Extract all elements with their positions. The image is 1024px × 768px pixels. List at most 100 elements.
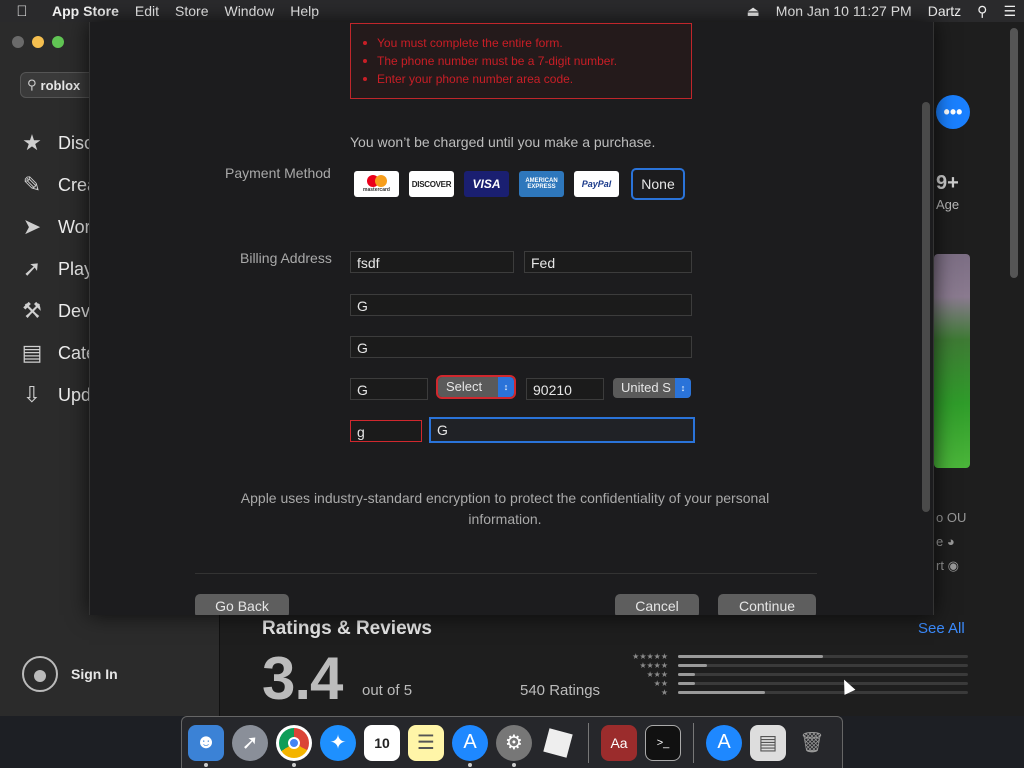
street-field[interactable]: G	[350, 294, 692, 316]
error-message: The phone number must be a 7-digit numbe…	[363, 52, 691, 70]
error-message: You must complete the entire form.	[363, 34, 691, 52]
continue-button[interactable]: Continue	[718, 594, 816, 615]
sidebar-item-develop[interactable]: ⚒ Dev	[18, 290, 97, 332]
divider	[195, 573, 817, 574]
sidebar-item-label: Wor	[58, 216, 91, 237]
mastercard-label: mastercard	[363, 187, 390, 193]
menu-help[interactable]: Help	[282, 3, 327, 19]
info-clipped: o OU e ◕ rt ◉	[936, 506, 966, 578]
menu-app-store[interactable]: App Store	[44, 3, 127, 19]
sidebar-item-play[interactable]: ➚ Play	[18, 248, 97, 290]
clipped-text-2: e ◕	[936, 534, 955, 549]
cancel-button[interactable]: Cancel	[615, 594, 699, 615]
amex-option[interactable]: AMERICAN EXPRESS	[519, 171, 564, 197]
go-back-button[interactable]: Go Back	[195, 594, 289, 615]
roblox-icon[interactable]	[540, 725, 576, 761]
dock-separator	[693, 722, 694, 763]
first-name-field[interactable]: fsdf	[350, 251, 514, 273]
hammer-icon: ⚒	[22, 298, 42, 323]
close-button[interactable]	[12, 36, 24, 48]
sidebar-item-create[interactable]: ✎ Crea	[18, 164, 97, 206]
menubar-user[interactable]: Dartz	[920, 3, 969, 19]
document-icon[interactable]: ▤	[750, 724, 786, 761]
window-controls	[12, 36, 64, 48]
sign-in-label: Sign In	[71, 666, 118, 682]
sidebar-item-categories[interactable]: ▤ Cate	[18, 332, 97, 374]
sign-in-button[interactable]: Sign In	[22, 656, 118, 692]
phone-field[interactable]: G	[429, 417, 695, 443]
mastercard-option[interactable]: mastercard	[354, 171, 399, 197]
apple-menu-icon[interactable]: 	[0, 3, 44, 20]
select-arrows-icon: ↕	[675, 378, 691, 398]
chrome-icon[interactable]	[276, 724, 312, 767]
menu-window[interactable]: Window	[216, 3, 282, 19]
paper-plane-icon: ➤	[22, 214, 42, 239]
sidebar-item-discover[interactable]: ★ Disc	[18, 122, 97, 164]
safari-icon[interactable]: ✦	[320, 724, 356, 761]
country-select[interactable]: United S ↕	[613, 378, 691, 398]
zoom-button[interactable]	[52, 36, 64, 48]
street2-field[interactable]: G	[350, 336, 692, 358]
more-options-button[interactable]: •••	[936, 95, 970, 129]
notification-center-icon[interactable]: ☰	[995, 3, 1024, 20]
zip-field[interactable]: 90210	[526, 378, 604, 400]
system-preferences-icon[interactable]: ⚙	[496, 724, 532, 767]
rating-bar-3	[678, 673, 968, 676]
select-arrows-icon: ↕	[498, 377, 514, 397]
clipped-text-3: rt ◉	[936, 558, 959, 573]
menu-store[interactable]: Store	[167, 3, 216, 19]
notes-icon[interactable]: ☰	[408, 724, 444, 761]
sidebar-item-label: Dev	[58, 300, 91, 321]
eject-icon[interactable]: ⏏	[739, 3, 768, 20]
menu-bar:  App Store Edit Store Window Help ⏏ Mon…	[0, 0, 1024, 22]
avatar-icon	[22, 656, 58, 692]
state-select[interactable]: Select ↕	[436, 375, 516, 399]
dictionary-icon[interactable]: Aa	[601, 724, 637, 761]
sidebar-nav: ★ Disc ✎ Crea ➤ Wor ➚ Play ⚒ Dev ▤ Cate ⇩ Upd	[18, 122, 97, 416]
age-label: Age	[936, 197, 960, 212]
payment-sheet: You must complete the entire form. The p…	[89, 22, 934, 615]
none-option[interactable]: None	[631, 168, 685, 200]
app-store-downloads-icon[interactable]: A	[706, 724, 742, 761]
spotlight-search-icon[interactable]: ⚲	[969, 3, 995, 20]
app-store-icon[interactable]: A	[452, 724, 488, 767]
trash-icon[interactable]: 🗑	[794, 725, 830, 761]
window-scrollbar[interactable]	[1010, 28, 1018, 278]
launchpad-icon[interactable]: ➚	[232, 724, 268, 761]
rocket-icon: ➚	[22, 256, 42, 281]
menu-edit[interactable]: Edit	[127, 3, 167, 19]
brush-icon: ✎	[22, 172, 42, 197]
sidebar-item-label: Play	[58, 258, 94, 279]
rating-score: 3.4	[262, 645, 343, 712]
country-select-value: United S	[621, 380, 671, 395]
dock-separator	[588, 722, 589, 763]
rating-out-of: out of 5	[362, 682, 413, 699]
discover-option[interactable]: DISCOVER	[409, 171, 454, 197]
clipped-text-1: o OU	[936, 510, 967, 525]
menubar-clock[interactable]: Mon Jan 10 11:27 PM	[768, 3, 920, 19]
sheet-scrollbar[interactable]	[922, 102, 930, 512]
ratings-section: Ratings & Reviews See All 3.4 out of 5 5…	[222, 614, 1002, 716]
minimize-button[interactable]	[32, 36, 44, 48]
sidebar-item-work[interactable]: ➤ Wor	[18, 206, 97, 248]
dock: ☻ ➚ ✦ 10 ☰ A ⚙ Aa >_ A ▤ 🗑	[181, 716, 843, 768]
sidebar-item-updates[interactable]: ⇩ Upd	[18, 374, 97, 416]
see-all-link[interactable]: See All	[918, 620, 965, 637]
sidebar-item-label: Upd	[58, 384, 92, 405]
categories-icon: ▤	[21, 340, 43, 365]
area-code-field[interactable]: g	[350, 420, 422, 442]
finder-icon[interactable]: ☻	[188, 724, 224, 767]
calendar-icon[interactable]: 10	[364, 724, 400, 761]
rating-bar-1	[678, 691, 968, 694]
paypal-option[interactable]: PayPal	[574, 171, 619, 197]
sidebar-item-label: Disc	[58, 132, 93, 153]
city-field[interactable]: G	[350, 378, 428, 400]
terminal-icon[interactable]: >_	[645, 724, 681, 761]
star-icon: ★	[22, 130, 42, 155]
charge-note: You won’t be charged until you make a pu…	[350, 134, 656, 150]
payment-method-label: Payment Method	[225, 165, 331, 181]
app-screenshot[interactable]	[934, 254, 970, 468]
state-select-value: Select	[446, 379, 483, 394]
visa-option[interactable]: VISA	[464, 171, 509, 197]
last-name-field[interactable]: Fed	[524, 251, 692, 273]
